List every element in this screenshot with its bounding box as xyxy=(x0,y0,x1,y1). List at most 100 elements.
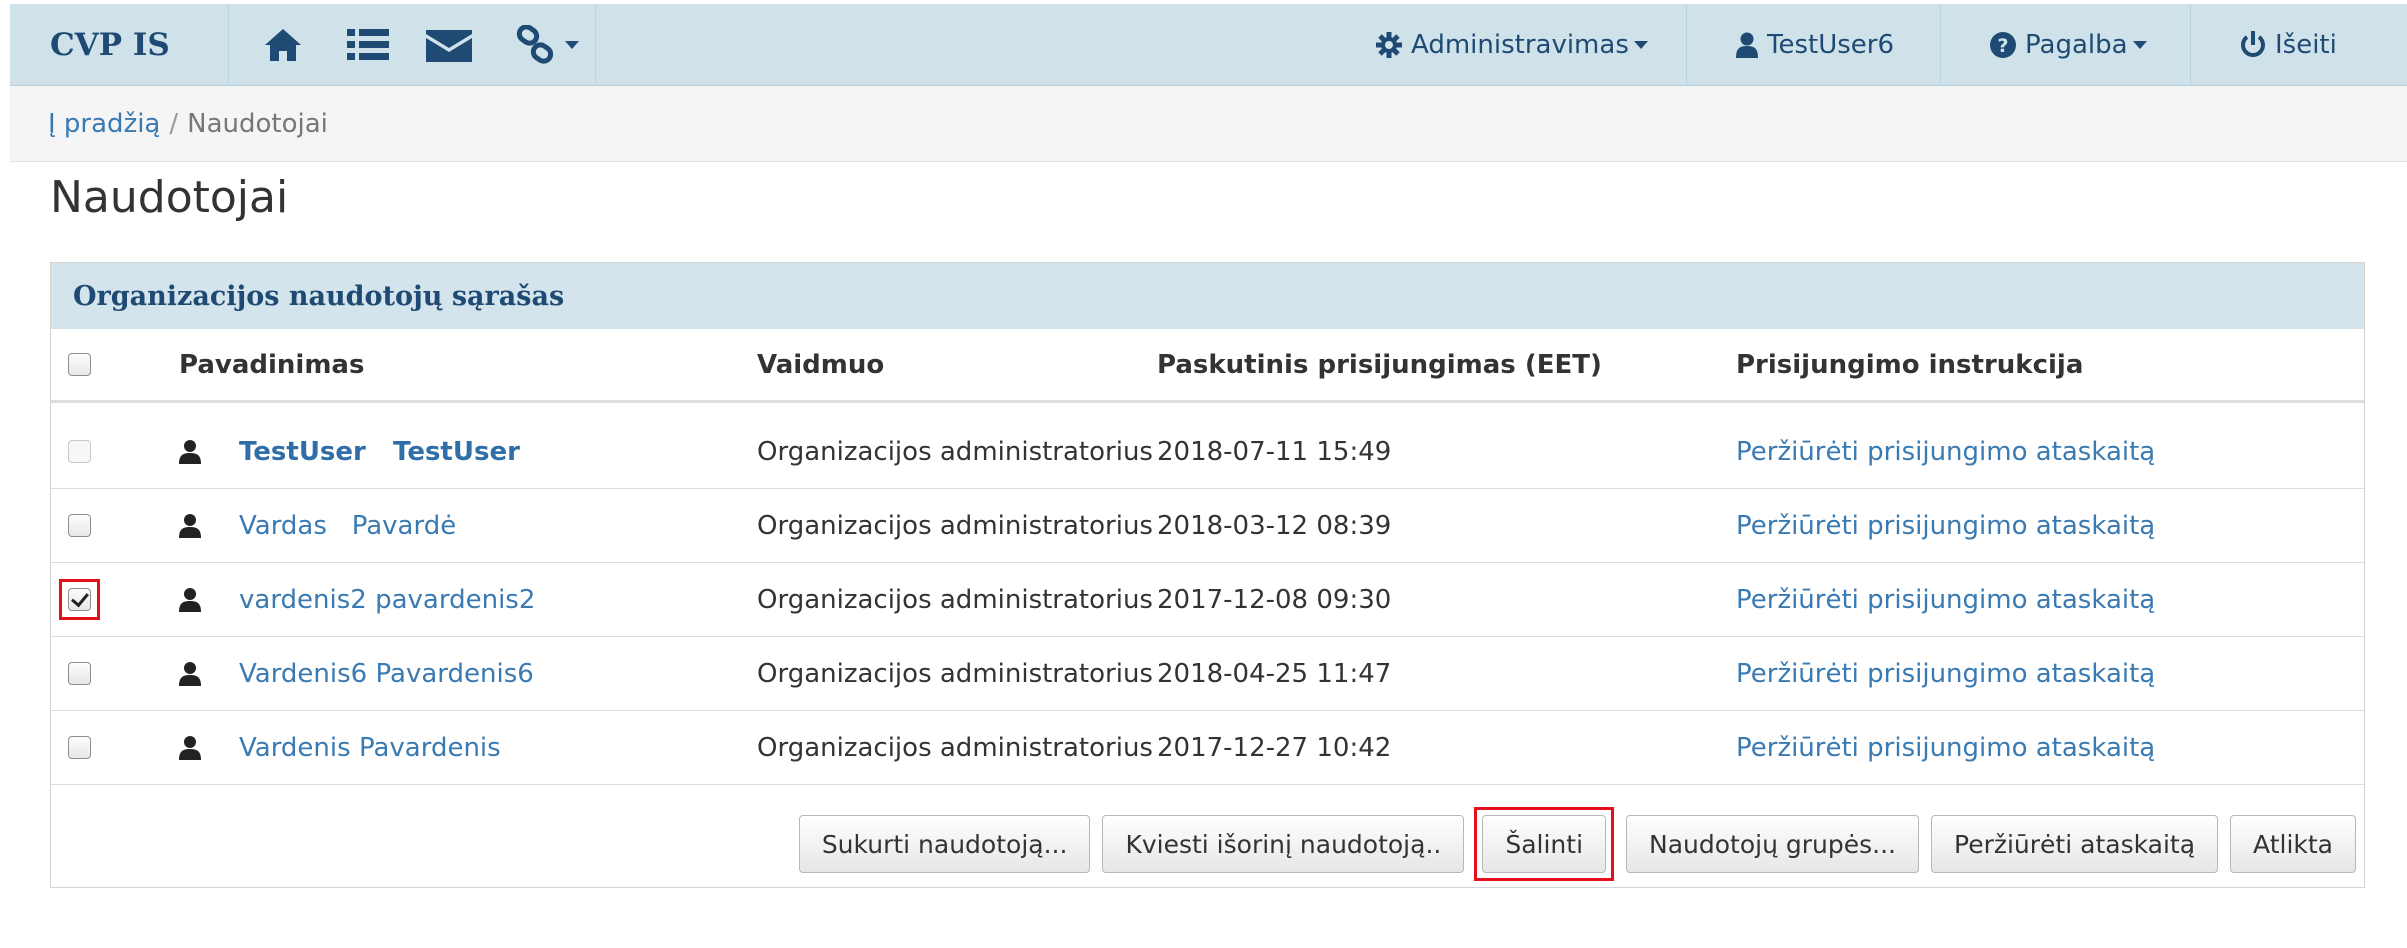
instruction-cell: Peržiūrėti prisijungimo ataskaitą xyxy=(1736,563,2155,636)
help-menu[interactable]: ? Pagalba xyxy=(1990,4,2147,86)
select-all-cell xyxy=(68,329,91,400)
user-name-link[interactable]: Vardenis Pavardenis xyxy=(239,733,501,763)
gear-icon xyxy=(1376,32,1402,58)
user-name-link[interactable]: Vardenis6 Pavardenis6 xyxy=(239,659,534,689)
view-login-report-link[interactable]: Peržiūrėti prisijungimo ataskaitą xyxy=(1736,733,2155,763)
user-name-link[interactable]: Vardas Pavardė xyxy=(239,511,456,541)
table-row: Vardenis Pavardenis Organizacijos admini… xyxy=(51,711,2364,785)
user-icon xyxy=(179,439,209,464)
link-caret-icon xyxy=(564,40,579,49)
checkbox-highlight xyxy=(59,579,100,620)
user-role: Organizacijos administratorius xyxy=(757,510,1153,541)
list-icon[interactable] xyxy=(337,4,399,86)
row-checkbox[interactable] xyxy=(68,514,91,537)
done-button[interactable]: Atlikta xyxy=(2230,815,2356,873)
breadcrumb-current: Naudotojai xyxy=(187,108,328,139)
delete-button[interactable]: Šalinti xyxy=(1482,815,1607,873)
instruction-cell: Peržiūrėti prisijungimo ataskaitą xyxy=(1736,415,2155,488)
user-name-cell: vardenis2 pavardenis2 xyxy=(179,563,535,636)
nav-divider xyxy=(1686,3,1687,86)
instruction-cell: Peržiūrėti prisijungimo ataskaitą xyxy=(1736,489,2155,562)
table-row: TestUser TestUser Organizacijos administ… xyxy=(51,415,2364,489)
question-icon: ? xyxy=(1990,32,2016,58)
table-row: vardenis2 pavardenis2 Organizacijos admi… xyxy=(51,563,2364,637)
brand-logo[interactable]: CVP IS xyxy=(10,27,228,63)
user-role: Organizacijos administratorius xyxy=(757,732,1153,763)
row-checkbox[interactable] xyxy=(68,588,91,611)
admin-menu-label: Administravimas xyxy=(1411,30,1629,60)
top-navbar: CVP IS Administravimas TestUser6 ? Pagal… xyxy=(10,3,2407,86)
user-icon xyxy=(179,661,209,686)
help-menu-label: Pagalba xyxy=(2025,30,2128,60)
user-name-link[interactable]: TestUser TestUser xyxy=(239,437,520,467)
home-icon[interactable] xyxy=(229,4,337,86)
admin-caret-icon xyxy=(1633,41,1648,49)
user-role: Organizacijos administratorius xyxy=(757,584,1153,615)
user-icon xyxy=(1736,32,1758,58)
envelope-icon[interactable] xyxy=(399,4,499,86)
col-header-last-login[interactable]: Paskutinis prisijungimas (EET) xyxy=(1157,329,1602,400)
view-login-report-link[interactable]: Peržiūrėti prisijungimo ataskaitą xyxy=(1736,437,2155,467)
breadcrumb-separator: / xyxy=(169,108,179,139)
user-menu-label: TestUser6 xyxy=(1767,30,1895,60)
last-login: 2018-03-12 08:39 xyxy=(1157,510,1392,541)
row-select-cell xyxy=(68,415,91,488)
view-login-report-link[interactable]: Peržiūrėti prisijungimo ataskaitą xyxy=(1736,585,2155,615)
user-role: Organizacijos administratorius xyxy=(757,658,1153,689)
admin-menu[interactable]: Administravimas xyxy=(1376,4,1648,86)
user-menu[interactable]: TestUser6 xyxy=(1736,4,1894,86)
table-row: Vardas Pavardė Organizacijos administrat… xyxy=(51,489,2364,563)
last-login: 2018-04-25 11:47 xyxy=(1157,658,1392,689)
link-icon[interactable] xyxy=(499,4,595,86)
user-name-cell: Vardenis6 Pavardenis6 xyxy=(179,637,534,710)
nav-icon-group xyxy=(229,4,595,86)
row-select-cell xyxy=(68,711,91,784)
view-login-report-link[interactable]: Peržiūrėti prisijungimo ataskaitą xyxy=(1736,511,2155,541)
nav-divider xyxy=(2190,3,2191,86)
row-checkbox[interactable] xyxy=(68,440,91,463)
user-groups-button[interactable]: Naudotojų grupės... xyxy=(1626,815,1920,873)
panel-title: Organizacijos naudotojų sąrašas xyxy=(51,263,2364,329)
breadcrumb-home-link[interactable]: Į pradžią xyxy=(48,109,160,139)
view-login-report-link[interactable]: Peržiūrėti prisijungimo ataskaitą xyxy=(1736,659,2155,689)
table-header: Pavadinimas Vaidmuo Paskutinis prisijung… xyxy=(51,329,2364,403)
user-role: Organizacijos administratorius xyxy=(757,436,1153,467)
instruction-cell: Peržiūrėti prisijungimo ataskaitą xyxy=(1736,637,2155,710)
last-login: 2017-12-08 09:30 xyxy=(1157,584,1392,615)
table-row: Vardenis6 Pavardenis6 Organizacijos admi… xyxy=(51,637,2364,711)
row-select-cell xyxy=(68,489,91,562)
user-icon xyxy=(179,513,209,538)
col-header-role[interactable]: Vaidmuo xyxy=(757,329,884,400)
col-header-instructions[interactable]: Prisijungimo instrukcija xyxy=(1736,329,2083,400)
user-name-cell: Vardas Pavardė xyxy=(179,489,456,562)
row-checkbox[interactable] xyxy=(68,662,91,685)
action-button-bar: Sukurti naudotoją... Kviesti išorinį nau… xyxy=(787,807,2356,881)
col-header-name[interactable]: Pavadinimas xyxy=(179,329,364,400)
user-name-cell: Vardenis Pavardenis xyxy=(179,711,501,784)
nav-divider xyxy=(595,3,596,86)
row-checkbox[interactable] xyxy=(68,736,91,759)
users-panel: Organizacijos naudotojų sąrašas Pavadini… xyxy=(50,262,2365,888)
row-select-cell xyxy=(68,637,91,710)
power-icon xyxy=(2241,31,2265,57)
logout-label: Išeiti xyxy=(2275,30,2337,60)
page-title: Naudotojai xyxy=(50,172,289,223)
create-user-button[interactable]: Sukurti naudotoją... xyxy=(798,815,1091,873)
row-select-cell xyxy=(59,563,100,636)
invite-external-user-button[interactable]: Kviesti išorinį naudotoją.. xyxy=(1102,815,1465,873)
user-icon xyxy=(179,735,209,760)
breadcrumb: Į pradžią / Naudotojai xyxy=(10,86,2407,162)
instruction-cell: Peržiūrėti prisijungimo ataskaitą xyxy=(1736,711,2155,784)
delete-button-highlight: Šalinti xyxy=(1474,807,1615,881)
view-report-button[interactable]: Peržiūrėti ataskaitą xyxy=(1931,815,2219,873)
select-all-checkbox[interactable] xyxy=(68,353,91,376)
user-name-link[interactable]: vardenis2 pavardenis2 xyxy=(239,585,535,615)
svg-text:?: ? xyxy=(1997,35,2008,57)
nav-divider xyxy=(1940,3,1941,86)
user-icon xyxy=(179,587,209,612)
user-name-cell: TestUser TestUser xyxy=(179,415,520,488)
last-login: 2017-12-27 10:42 xyxy=(1157,732,1392,763)
help-caret-icon xyxy=(2132,41,2147,49)
last-login: 2018-07-11 15:49 xyxy=(1157,436,1392,467)
logout-button[interactable]: Išeiti xyxy=(2240,4,2337,86)
